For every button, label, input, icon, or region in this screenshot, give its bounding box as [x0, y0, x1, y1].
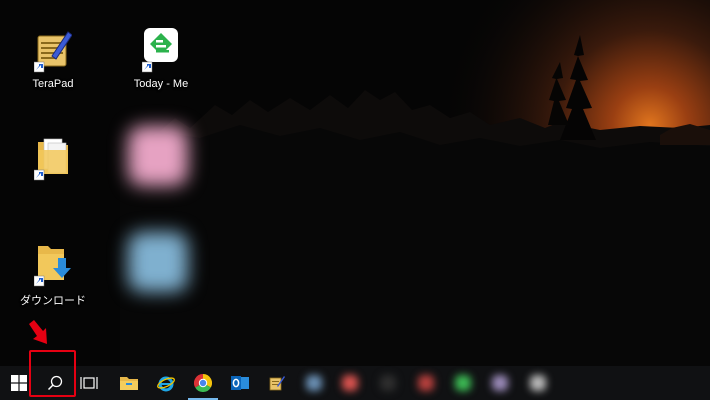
folder-icon — [34, 138, 68, 181]
file-explorer-button[interactable] — [110, 366, 148, 400]
blurred-taskbar-icon[interactable] — [418, 375, 434, 391]
desktop-icon-label: ダウンロード — [20, 295, 86, 307]
annotation-arrow-icon — [29, 320, 47, 344]
file-explorer-icon — [120, 377, 138, 390]
desktop-icon-label: TeraPad — [32, 78, 74, 90]
desktop-icon-folder[interactable] — [16, 134, 86, 210]
desktop-icon-label: Today - Me — [133, 78, 189, 90]
blurred-taskbar-icon[interactable] — [492, 375, 508, 391]
blurred-desktop-icon[interactable] — [128, 232, 188, 292]
terapad-icon — [34, 31, 72, 73]
blurred-taskbar-icon[interactable] — [306, 375, 322, 391]
desktop-icon-terapad[interactable]: TeraPad — [16, 26, 86, 102]
desktop-icon-downloads[interactable]: ダウンロード — [16, 240, 86, 316]
blurred-taskbar-icon[interactable] — [342, 375, 358, 391]
search-highlight-box — [29, 350, 76, 397]
feedly-icon — [142, 28, 178, 73]
taskbar — [0, 366, 710, 400]
downloads-folder-icon — [34, 246, 71, 287]
windows-start-icon — [11, 375, 27, 391]
desktop: TeraPad Today - Me ダウンロード — [0, 0, 710, 366]
blurred-taskbar-icon[interactable] — [530, 375, 546, 391]
outlook-icon — [231, 376, 249, 390]
desktop-icon-today-me[interactable]: Today - Me — [124, 26, 194, 102]
blurred-desktop-icon[interactable] — [128, 126, 188, 186]
outlook-button[interactable] — [221, 366, 259, 400]
internet-explorer-button[interactable] — [147, 366, 185, 400]
task-view-icon — [80, 377, 98, 389]
wallpaper — [0, 0, 710, 366]
terapad-taskbar-icon — [269, 376, 285, 391]
internet-explorer-icon — [157, 376, 175, 392]
blurred-taskbar-icon[interactable] — [380, 375, 396, 391]
blurred-taskbar-icon[interactable] — [455, 375, 471, 391]
terapad-taskbar-button[interactable] — [258, 366, 296, 400]
chrome-icon — [194, 374, 212, 392]
chrome-button[interactable] — [184, 366, 222, 400]
